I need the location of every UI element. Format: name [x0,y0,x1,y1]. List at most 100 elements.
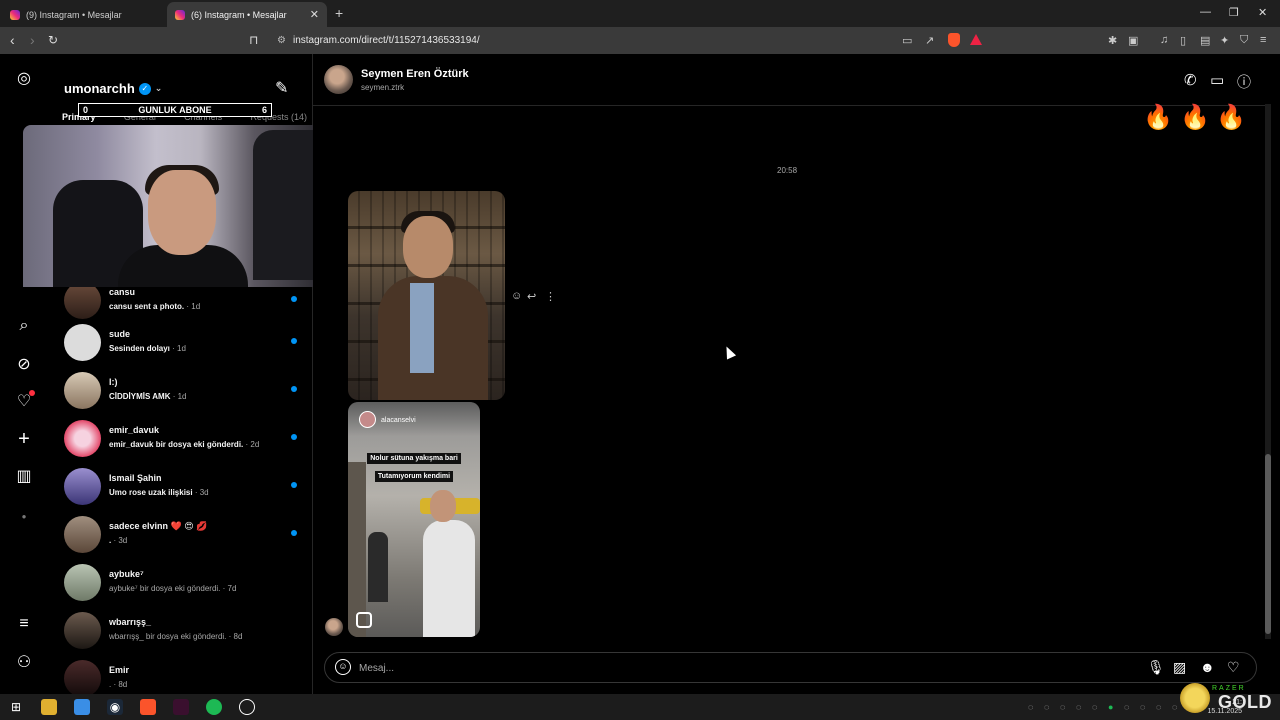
steam-icon[interactable]: ◉ [107,699,123,715]
conversation-item[interactable]: I:) CİDDİYMİS AMK · 1d [48,366,313,414]
shared-photo-message[interactable] [348,191,505,400]
streamer-face [148,170,216,255]
conversation-item[interactable]: wbarrışş_ wbarrışş_ bir dosya eki gönder… [48,606,313,654]
close-window-icon[interactable]: ✕ [1258,6,1267,19]
tab-close-icon[interactable]: ✕ [310,8,319,21]
forward-icon[interactable]: › [30,32,35,48]
media-icon[interactable]: ♫ [1160,34,1168,46]
share-icon[interactable]: ↗ [925,34,934,47]
notification-dot [29,390,35,396]
obs-icon[interactable] [239,699,255,715]
explore-icon[interactable]: ⊘ [14,354,34,374]
conversation-preview: Sesinden dolayı · 1d [109,344,186,353]
more-options-icon[interactable]: ⋮ [545,290,556,303]
notifications-heart-icon[interactable]: ♡ [14,390,35,411]
restore-window-icon[interactable]: ❐ [1229,6,1239,19]
browser-tab-2[interactable]: (6) Instagram • Mesajlar ✕ [167,2,327,27]
minimize-window-icon[interactable]: — [1200,6,1211,18]
sidebar-icon[interactable]: ▯ [1180,34,1186,47]
reload-icon[interactable]: ↻ [48,33,58,47]
instagram-logo-icon[interactable]: ◎ [14,68,34,88]
account-switcher[interactable]: umonarchh ✓ ⌄ [64,81,162,96]
vpn-icon[interactable]: ⛉ [1240,34,1248,47]
conversation-item[interactable]: emir_davuk emir_davuk bir dosya eki gönd… [48,414,313,462]
volume-icon[interactable]: ◌ [1172,702,1177,712]
contact-avatar[interactable] [324,65,353,94]
like-heart-icon[interactable]: ♡ [1227,659,1240,676]
spotify-icon[interactable] [206,699,222,715]
file-explorer-icon[interactable] [41,699,57,715]
tray-icon[interactable]: ◌ [1060,702,1065,712]
extensions-icon[interactable]: ✱ [1108,34,1117,47]
contact-name[interactable]: Seymen Eren Öztürk [361,68,469,80]
unread-dot [291,482,297,488]
fire-emoji: 🔥 [1216,104,1246,131]
dashboard-icon[interactable]: ▥ [14,466,34,486]
brave-browser-icon[interactable] [140,699,156,715]
tray-icon[interactable]: ◌ [1076,702,1081,712]
spotify-tray-icon[interactable]: ● [1108,702,1113,712]
more-menu-icon[interactable]: ≡ [14,614,34,634]
windows-start-icon[interactable]: ⊞ [8,699,24,715]
conversation-name: wbarrışş_ [109,617,152,627]
app-icon[interactable] [173,699,189,715]
razer-gold-coin-icon [1180,683,1210,713]
video-call-icon[interactable]: ▭ [1210,71,1224,89]
sticker-icon[interactable]: ☻ [1200,659,1215,675]
url-field[interactable]: instagram.com/direct/t/115271436533194/ [293,35,480,46]
leo-ai-icon[interactable]: ✦ [1220,34,1229,47]
conversation-item[interactable]: sadece elvinn ❤️ 😍 💋 . · 3d [48,510,313,558]
chat-scrollbar[interactable] [1265,104,1271,639]
razer-brand-label: RAZER [1212,685,1246,692]
tray-icon[interactable]: ◌ [1092,702,1097,712]
photo-subject-shirt [410,283,434,373]
cast-icon[interactable]: ▭ [902,34,912,47]
account-username: umonarchh [64,81,135,96]
instagram-favicon-icon [175,9,185,20]
conversation-item[interactable]: Ismail Şahin Umo rose uzak ilişkisi · 3d [48,462,313,510]
fire-emoji: 🔥 [1180,104,1210,131]
scrollbar-thumb[interactable] [1265,454,1271,634]
avatar [64,420,101,457]
meta-apps-icon[interactable]: ⚇ [14,652,34,672]
message-input[interactable] [359,659,1119,677]
tray-icon[interactable]: ◌ [1124,702,1129,712]
pedestrian [368,532,388,602]
emoji-picker-icon[interactable]: ☺ [335,659,351,675]
conversation-preview: emir_davuk bir dosya eki gönderdi. · 2d [109,440,260,449]
reply-icon[interactable]: ↩ [527,290,536,303]
brave-rewards-icon[interactable] [970,34,982,45]
screenshot-icon[interactable]: ▣ [1128,34,1138,47]
conversation-info-icon[interactable]: ⓘ [1237,72,1251,92]
tray-icon[interactable]: ◌ [1044,702,1049,712]
gold-badge-label: GOLD [1218,692,1272,712]
react-emoji-icon[interactable]: ☺ [511,290,522,302]
voice-call-icon[interactable]: ✆ [1184,71,1197,89]
wallet-icon[interactable]: ▤ [1200,34,1210,47]
menu-icon[interactable]: ≡ [1260,34,1266,46]
back-icon[interactable]: ‹ [10,32,15,48]
microphone-tray-icon[interactable]: ◌ [1156,702,1161,712]
new-tab-button[interactable]: + [335,5,343,21]
browser-tab-1[interactable]: (9) Instagram • Mesajlar [2,2,167,27]
bookmark-icon[interactable]: ⊓ [249,33,258,47]
conversation-item[interactable]: sude Sesinden dolayı · 1d [48,318,313,366]
new-message-compose-icon[interactable]: ✎ [275,78,288,98]
voice-message-icon[interactable]: 🎙 [1147,659,1165,676]
contact-handle: seymen.ztrk [361,83,405,92]
tray-icon[interactable]: ◌ [1028,702,1033,712]
conversation-item[interactable]: aybuke⁷ aybuke⁷ bir dosya eki gönderdi. … [48,558,313,606]
hanging-jacket [253,130,319,280]
tab-label: (9) Instagram • Mesajlar [26,9,122,20]
tray-icon[interactable]: ◌ [1140,702,1145,712]
create-icon[interactable]: + [14,428,34,450]
gallery-icon[interactable]: ▨ [1173,659,1186,676]
profile-avatar-icon[interactable]: ● [14,506,34,526]
store-icon[interactable] [74,699,90,715]
conversation-preview: aybuke⁷ bir dosya eki gönderdi. · 7d [109,584,237,593]
shared-reel-message[interactable]: alacanselvi Nolur sütuna yakışma bari Tu… [348,402,480,637]
brave-shields-icon[interactable] [948,33,960,47]
search-icon[interactable]: ⌕ [14,316,34,336]
site-info-icon[interactable]: ⚙ [277,35,286,46]
reel-author-avatar [359,411,376,428]
